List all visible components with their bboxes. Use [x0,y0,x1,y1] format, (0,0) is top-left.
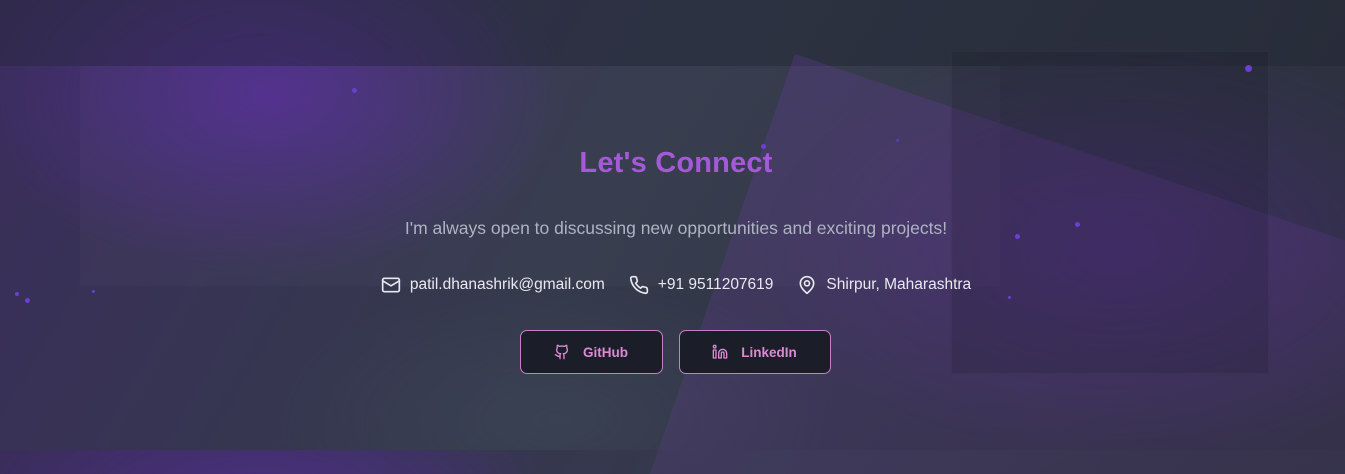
github-button[interactable]: GitHub [519,330,663,374]
map-pin-icon [797,275,817,295]
github-button-label: GitHub [583,344,628,360]
phone-icon [629,275,649,295]
contact-location-text: Shirpur, Maharashtra [826,276,972,293]
section-heading: Let's Connect [579,147,773,179]
github-icon [554,344,570,360]
contact-phone-text: +91 9511207619 [657,276,774,293]
linkedin-icon [712,344,728,360]
mail-icon [381,275,401,295]
contact-section: Let's Connect I'm always open to discuss… [0,0,1345,450]
contact-location: Shirpur, Maharashtra [797,275,971,295]
linkedin-button-label: LinkedIn [741,344,797,360]
section-subtitle: I'm always open to discussing new opport… [404,218,948,238]
contact-info-row: patil.dhanashrik@gmail.com +91 951120761… [0,275,1345,295]
social-buttons: GitHub LinkedIn [0,330,1345,374]
contact-email-text: patil.dhanashrik@gmail.com [409,276,605,293]
contact-email: patil.dhanashrik@gmail.com [381,275,605,295]
contact-phone: +91 9511207619 [629,275,774,295]
linkedin-button[interactable]: LinkedIn [678,330,831,374]
